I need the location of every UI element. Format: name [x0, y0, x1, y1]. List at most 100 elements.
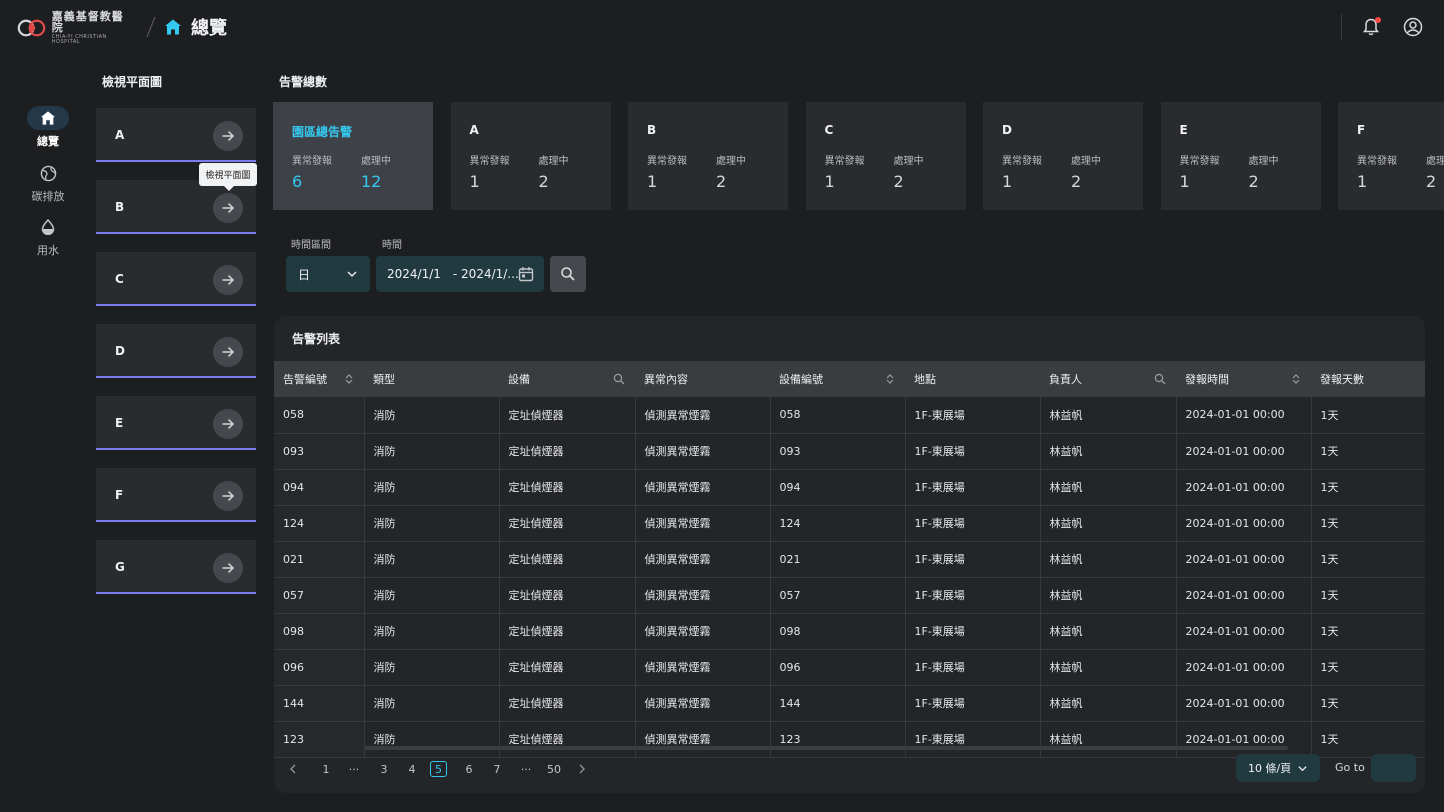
table-cell: 2024-01-01 00:00	[1176, 613, 1312, 650]
floor-card-a[interactable]: A	[96, 108, 256, 162]
sort-icon[interactable]	[344, 373, 354, 385]
table-row[interactable]: 098 消防 定址偵煙器 偵測異常煙霧 098 1F-東展場 林益帆 2024-01-01 0…	[274, 613, 1425, 650]
goto-page-input[interactable]	[1371, 754, 1416, 782]
sort-icon[interactable]	[885, 373, 895, 385]
floor-card-f[interactable]: F	[96, 468, 256, 522]
table-row[interactable]: 124 消防 定址偵煙器 偵測異常煙霧 124 1F-東展場 林益帆 2024-01-01 0…	[274, 505, 1425, 542]
table-cell: 消防	[364, 541, 500, 578]
sort-icon[interactable]	[1291, 373, 1301, 385]
alarm-card-e[interactable]: E 異常發報 處理中 1 2	[1160, 102, 1321, 210]
arrow-right-icon	[222, 274, 235, 286]
arrow-right-icon	[222, 130, 235, 142]
table-row[interactable]: 123 消防 定址偵煙器 偵測異常煙霧 123 1F-東展場 林益帆 2024-01-01 0…	[274, 721, 1425, 758]
table-cell: 1F-東展場	[905, 397, 1041, 434]
floor-card-c[interactable]: C	[96, 252, 256, 306]
pagination-page[interactable]: 50	[544, 758, 564, 780]
view-floor-plan-button[interactable]	[213, 121, 243, 151]
alarm-list-title: 告警列表	[292, 332, 341, 346]
floor-card-d[interactable]: D	[96, 324, 256, 378]
alarm-card-c[interactable]: C 異常發報 處理中 1 2	[805, 102, 966, 210]
view-floor-plan-button[interactable]	[213, 193, 243, 223]
page-size-select[interactable]: 10 條/頁	[1236, 754, 1320, 782]
table-row[interactable]: 094 消防 定址偵煙器 偵測異常煙霧 094 1F-東展場 林益帆 2024-01-01 0…	[274, 469, 1425, 506]
table-cell: 2024-01-01 00:00	[1176, 397, 1312, 434]
table-cell: 消防	[364, 397, 500, 434]
date-range-picker[interactable]: 2024/1/1 - 2024/1/...	[376, 256, 544, 292]
hospital-logo[interactable]: 嘉義基督教醫院 CHIA-YI CHRISTIAN HOSPITAL	[17, 11, 129, 45]
abnormal-count: 6	[292, 172, 303, 191]
table-cell: 定址偵煙器	[499, 577, 636, 614]
next-page-icon[interactable]	[577, 758, 587, 780]
floor-name: A	[115, 128, 125, 142]
table-row[interactable]: 057 消防 定址偵煙器 偵測異常煙霧 057 1F-東展場 林益帆 2024-01-01 0…	[274, 577, 1425, 614]
pagination-page[interactable]: 4	[402, 758, 422, 780]
alarm-card-d[interactable]: D 異常發報 處理中 1 2	[983, 102, 1143, 210]
table-row[interactable]: 096 消防 定址偵煙器 偵測異常煙霧 096 1F-東展場 林益帆 2024-01-01 0…	[274, 649, 1425, 686]
processing-count: 2	[538, 172, 549, 191]
alarm-card-a[interactable]: A 異常發報 處理中 1 2	[450, 102, 611, 210]
view-floor-plan-button[interactable]	[213, 337, 243, 367]
pagination-page[interactable]: 3	[374, 758, 394, 780]
table-cell: 1天	[1311, 685, 1425, 722]
column-header: 類型	[364, 361, 499, 397]
alarm-card-title: A	[469, 123, 479, 137]
processing-label: 處理中	[1071, 156, 1101, 167]
alarm-card-f[interactable]: F 異常發報 處理中 1 2	[1338, 102, 1444, 210]
table-row[interactable]: 058 消防 定址偵煙器 偵測異常煙霧 058 1F-東展場 林益帆 2024-01-01 0…	[274, 397, 1425, 434]
time-range-select[interactable]: 日	[286, 256, 370, 292]
user-avatar-icon[interactable]	[1403, 17, 1423, 37]
search-button[interactable]	[550, 256, 586, 292]
table-cell: 偵測異常煙霧	[635, 685, 771, 722]
sidenav-item-overview[interactable]: 總覽	[24, 106, 72, 149]
alarm-card-total[interactable]: 園區總告警 異常發報 處理中 6 12	[273, 102, 433, 210]
pagination-ellipsis[interactable]: ···	[344, 758, 364, 780]
horizontal-scrollbar[interactable]	[364, 746, 1288, 750]
table-header-row: 告警編號 類型 設備 異常內容 設備編號 地點 負責人 發報時間 發報天數	[274, 361, 1425, 397]
date-start: 2024/1/1	[387, 267, 441, 281]
table-cell: 021	[770, 541, 906, 578]
view-floor-plan-button[interactable]	[213, 409, 243, 439]
table-row[interactable]: 144 消防 定址偵煙器 偵測異常煙霧 144 1F-東展場 林益帆 2024-01-01 0…	[274, 685, 1425, 722]
sidenav-label: 用水	[37, 244, 59, 257]
table-cell: 058	[770, 397, 906, 434]
alarm-card-title: 園區總告警	[292, 125, 353, 139]
table-cell: 098	[770, 613, 906, 650]
home-icon	[40, 111, 56, 125]
processing-count: 2	[1426, 172, 1437, 191]
pagination-page[interactable]: 7	[487, 758, 507, 780]
floor-card-g[interactable]: G	[96, 540, 256, 594]
view-floor-plan-button[interactable]	[213, 481, 243, 511]
table-cell: 1天	[1311, 541, 1425, 578]
table-cell: 058	[274, 397, 365, 434]
table-cell: 1天	[1311, 505, 1425, 542]
table-row[interactable]: 093 消防 定址偵煙器 偵測異常煙霧 093 1F-東展場 林益帆 2024-01-01 0…	[274, 433, 1425, 470]
table-cell: 1F-東展場	[905, 433, 1041, 470]
home-icon[interactable]	[164, 18, 182, 36]
pagination-current-page[interactable]: 5	[430, 761, 447, 777]
chevron-down-icon	[1298, 766, 1307, 772]
table-cell: 2024-01-01 00:00	[1176, 469, 1312, 506]
column-header: 發報時間	[1176, 361, 1311, 397]
view-floor-plan-button[interactable]	[213, 553, 243, 583]
sidenav-label: 碳排放	[31, 190, 65, 203]
table-cell: 094	[770, 469, 906, 506]
pagination-page[interactable]: 1	[316, 758, 336, 780]
table-cell: 1天	[1311, 469, 1425, 506]
pagination-ellipsis[interactable]: ···	[516, 758, 536, 780]
alarm-card-b[interactable]: B 異常發報 處理中 1 2	[628, 102, 788, 210]
globe-icon	[40, 165, 56, 181]
column-search-icon[interactable]	[1154, 373, 1166, 385]
view-floor-plan-button[interactable]	[213, 265, 243, 295]
table-cell: 消防	[364, 469, 500, 506]
table-cell: 2024-01-01 00:00	[1176, 721, 1312, 758]
sidenav-item-water[interactable]: 用水	[24, 215, 72, 258]
pagination-page[interactable]: 6	[459, 758, 479, 780]
floor-card-e[interactable]: E	[96, 396, 256, 450]
table-cell: 林益帆	[1040, 469, 1177, 506]
table-row[interactable]: 021 消防 定址偵煙器 偵測異常煙霧 021 1F-東展場 林益帆 2024-01-01 0…	[274, 541, 1425, 578]
table-cell: 消防	[364, 613, 500, 650]
sidenav-item-carbon[interactable]: 碳排放	[24, 161, 72, 204]
prev-page-icon[interactable]	[288, 758, 298, 780]
header-divider	[1341, 14, 1342, 40]
column-search-icon[interactable]	[613, 373, 625, 385]
